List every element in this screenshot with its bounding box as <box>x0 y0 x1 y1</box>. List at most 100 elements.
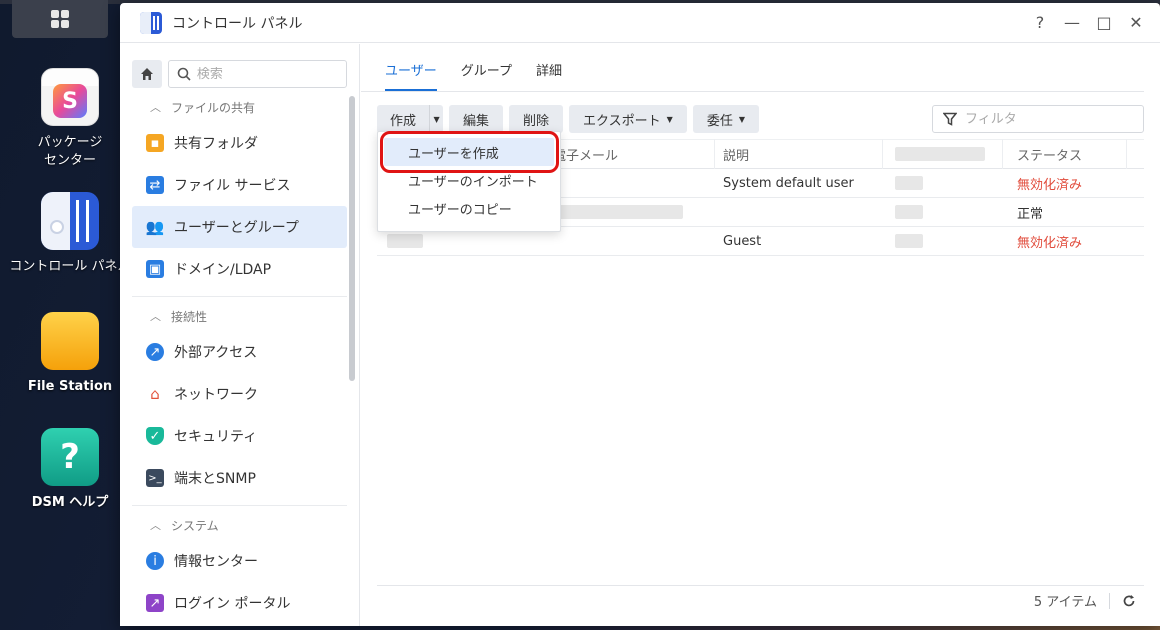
row-status: 無効化済み <box>1017 177 1083 193</box>
sidebar-item-label: ファイル サービス <box>174 178 291 194</box>
section-label: 接続性 <box>171 309 208 324</box>
window-titlebar[interactable]: コントロール パネル ? — □ ✕ <box>120 3 1160 43</box>
refresh-icon[interactable] <box>1122 594 1136 608</box>
control-panel-icon <box>140 11 162 34</box>
sidebar-item-label: ドメイン/LDAP <box>174 262 272 278</box>
tab-users[interactable]: ユーザー <box>385 60 437 91</box>
edit-button[interactable]: 編集 <box>449 105 504 133</box>
filter-icon <box>943 112 957 126</box>
column-header-email[interactable]: 電子メール <box>547 139 715 169</box>
help-button[interactable]: ? <box>1024 13 1056 32</box>
login-portal-icon: ↗ <box>146 594 164 612</box>
column-label: 電子メール <box>553 148 619 164</box>
sidebar-item-shared-folder[interactable]: ▪ 共有フォルダ <box>132 122 347 164</box>
column-label: 説明 <box>723 148 750 164</box>
tab-bar: ユーザー グループ 詳細 <box>361 44 1144 92</box>
desktop-file-station[interactable]: File Station <box>0 312 140 396</box>
section-system[interactable]: ︿ システム <box>120 510 359 540</box>
control-panel-window: コントロール パネル ? — □ ✕ ︿ ファイルの共有 ▪ 共有フォルダ ⇄ ファイ… <box>120 3 1160 626</box>
row-description: Guest <box>723 233 762 249</box>
annotation-highlight <box>380 131 559 173</box>
home-icon <box>140 68 153 80</box>
desktop-icon-label: DSM ヘルプ <box>31 495 109 510</box>
chevron-up-icon: ︿ <box>150 519 161 532</box>
tab-advanced[interactable]: 詳細 <box>536 60 562 91</box>
blurred-text <box>895 234 923 248</box>
search-box <box>167 60 347 88</box>
sidebar-scrollbar[interactable] <box>349 96 355 381</box>
folder-icon: ▪ <box>146 134 164 152</box>
toolbar: 作成 ▼ 編集 削除 エクスポート ▼ 委任 ▼ <box>361 92 1160 134</box>
sidebar-item-security[interactable]: ✓ セキュリティ <box>132 415 347 457</box>
sidebar-item-file-services[interactable]: ⇄ ファイル サービス <box>132 164 347 206</box>
sidebar-item-domain-ldap[interactable]: ▣ ドメイン/LDAP <box>132 248 347 290</box>
desktop-dsm-help[interactable]: ? DSM ヘルプ <box>0 428 140 512</box>
sidebar-item-terminal-snmp[interactable]: >_ 端末とSNMP <box>132 457 347 499</box>
shield-icon: ✓ <box>146 427 164 445</box>
file-services-icon: ⇄ <box>146 176 164 194</box>
section-label: システム <box>171 518 219 533</box>
row-description: System default user <box>723 175 854 191</box>
caret-down-icon: ▼ <box>666 114 673 124</box>
desktop-package-center[interactable]: S パッケージ センター <box>0 68 140 170</box>
sidebar-item-label: セキュリティ <box>174 429 258 445</box>
delete-button[interactable]: 削除 <box>509 105 564 133</box>
search-icon <box>177 67 191 81</box>
filter-input[interactable] <box>965 111 1125 127</box>
close-button[interactable]: ✕ <box>1120 13 1152 32</box>
help-icon: ? <box>41 428 99 486</box>
sidebar: ︿ ファイルの共有 ▪ 共有フォルダ ⇄ ファイル サービス 👥 ユーザーとグループ ▣… <box>120 44 360 626</box>
sidebar-item-user-group[interactable]: 👥 ユーザーとグループ <box>132 206 347 248</box>
terminal-icon: >_ <box>146 469 164 487</box>
external-access-icon: ↗ <box>146 343 164 361</box>
sidebar-item-label: ネットワーク <box>174 387 258 403</box>
section-file-sharing[interactable]: ︿ ファイルの共有 <box>120 92 359 122</box>
section-connectivity[interactable]: ︿ 接続性 <box>120 301 359 331</box>
sidebar-item-label: ログイン ポータル <box>174 596 291 612</box>
maximize-button[interactable]: □ <box>1088 13 1120 32</box>
create-button-group: 作成 ▼ <box>377 105 444 133</box>
network-icon: ⌂ <box>150 385 160 403</box>
desktop-icon-label: コントロール パネル <box>9 259 131 274</box>
section-label: ファイルの共有 <box>171 100 256 115</box>
sidebar-item-label: 端末とSNMP <box>174 471 256 487</box>
filter-box <box>932 105 1144 133</box>
main-menu-button[interactable] <box>12 0 108 38</box>
item-count: 5 アイテム <box>1033 595 1097 610</box>
column-header-status[interactable]: ステータス <box>1003 139 1127 169</box>
desktop-icon-label: パッケージ センター <box>37 135 103 168</box>
export-label: エクスポート <box>583 113 661 129</box>
column-header-blurred[interactable] <box>883 139 1003 169</box>
menu-item-copy-user[interactable]: ユーザーのコピー <box>384 194 554 222</box>
grid-icon <box>51 10 69 28</box>
file-station-icon <box>41 312 99 370</box>
home-button[interactable] <box>132 60 162 88</box>
delegate-label: 委任 <box>706 113 733 129</box>
column-label: ステータス <box>1017 148 1083 164</box>
sidebar-item-label: 共有フォルダ <box>174 136 258 152</box>
blurred-text <box>387 234 423 248</box>
column-header-description[interactable]: 説明 <box>715 139 883 169</box>
export-button[interactable]: エクスポート ▼ <box>569 105 687 133</box>
sidebar-item-info-center[interactable]: i 情報センター <box>132 540 347 582</box>
sidebar-item-login-portal[interactable]: ↗ ログイン ポータル <box>132 582 347 624</box>
sidebar-item-label: 外部アクセス <box>174 345 258 361</box>
tab-groups[interactable]: グループ <box>461 60 512 91</box>
sidebar-item-network[interactable]: ⌂ ネットワーク <box>132 373 347 415</box>
row-status: 無効化済み <box>1017 235 1083 251</box>
blurred-text <box>895 147 985 161</box>
desktop-control-panel[interactable]: コントロール パネル <box>0 192 140 276</box>
sidebar-item-external-access[interactable]: ↗ 外部アクセス <box>132 331 347 373</box>
info-icon: i <box>146 552 164 570</box>
search-input[interactable] <box>196 66 337 82</box>
desktop-icon-label: File Station <box>27 379 113 394</box>
create-dropdown-toggle[interactable]: ▼ <box>429 105 443 133</box>
blurred-text <box>895 176 923 190</box>
minimize-button[interactable]: — <box>1056 13 1088 32</box>
chevron-up-icon: ︿ <box>150 310 161 323</box>
domain-icon: ▣ <box>146 260 164 278</box>
package-center-icon: S <box>41 68 99 126</box>
delegate-button[interactable]: 委任 ▼ <box>692 105 759 133</box>
create-button[interactable]: 作成 <box>377 110 429 129</box>
sidebar-item-label: ユーザーとグループ <box>174 220 299 236</box>
